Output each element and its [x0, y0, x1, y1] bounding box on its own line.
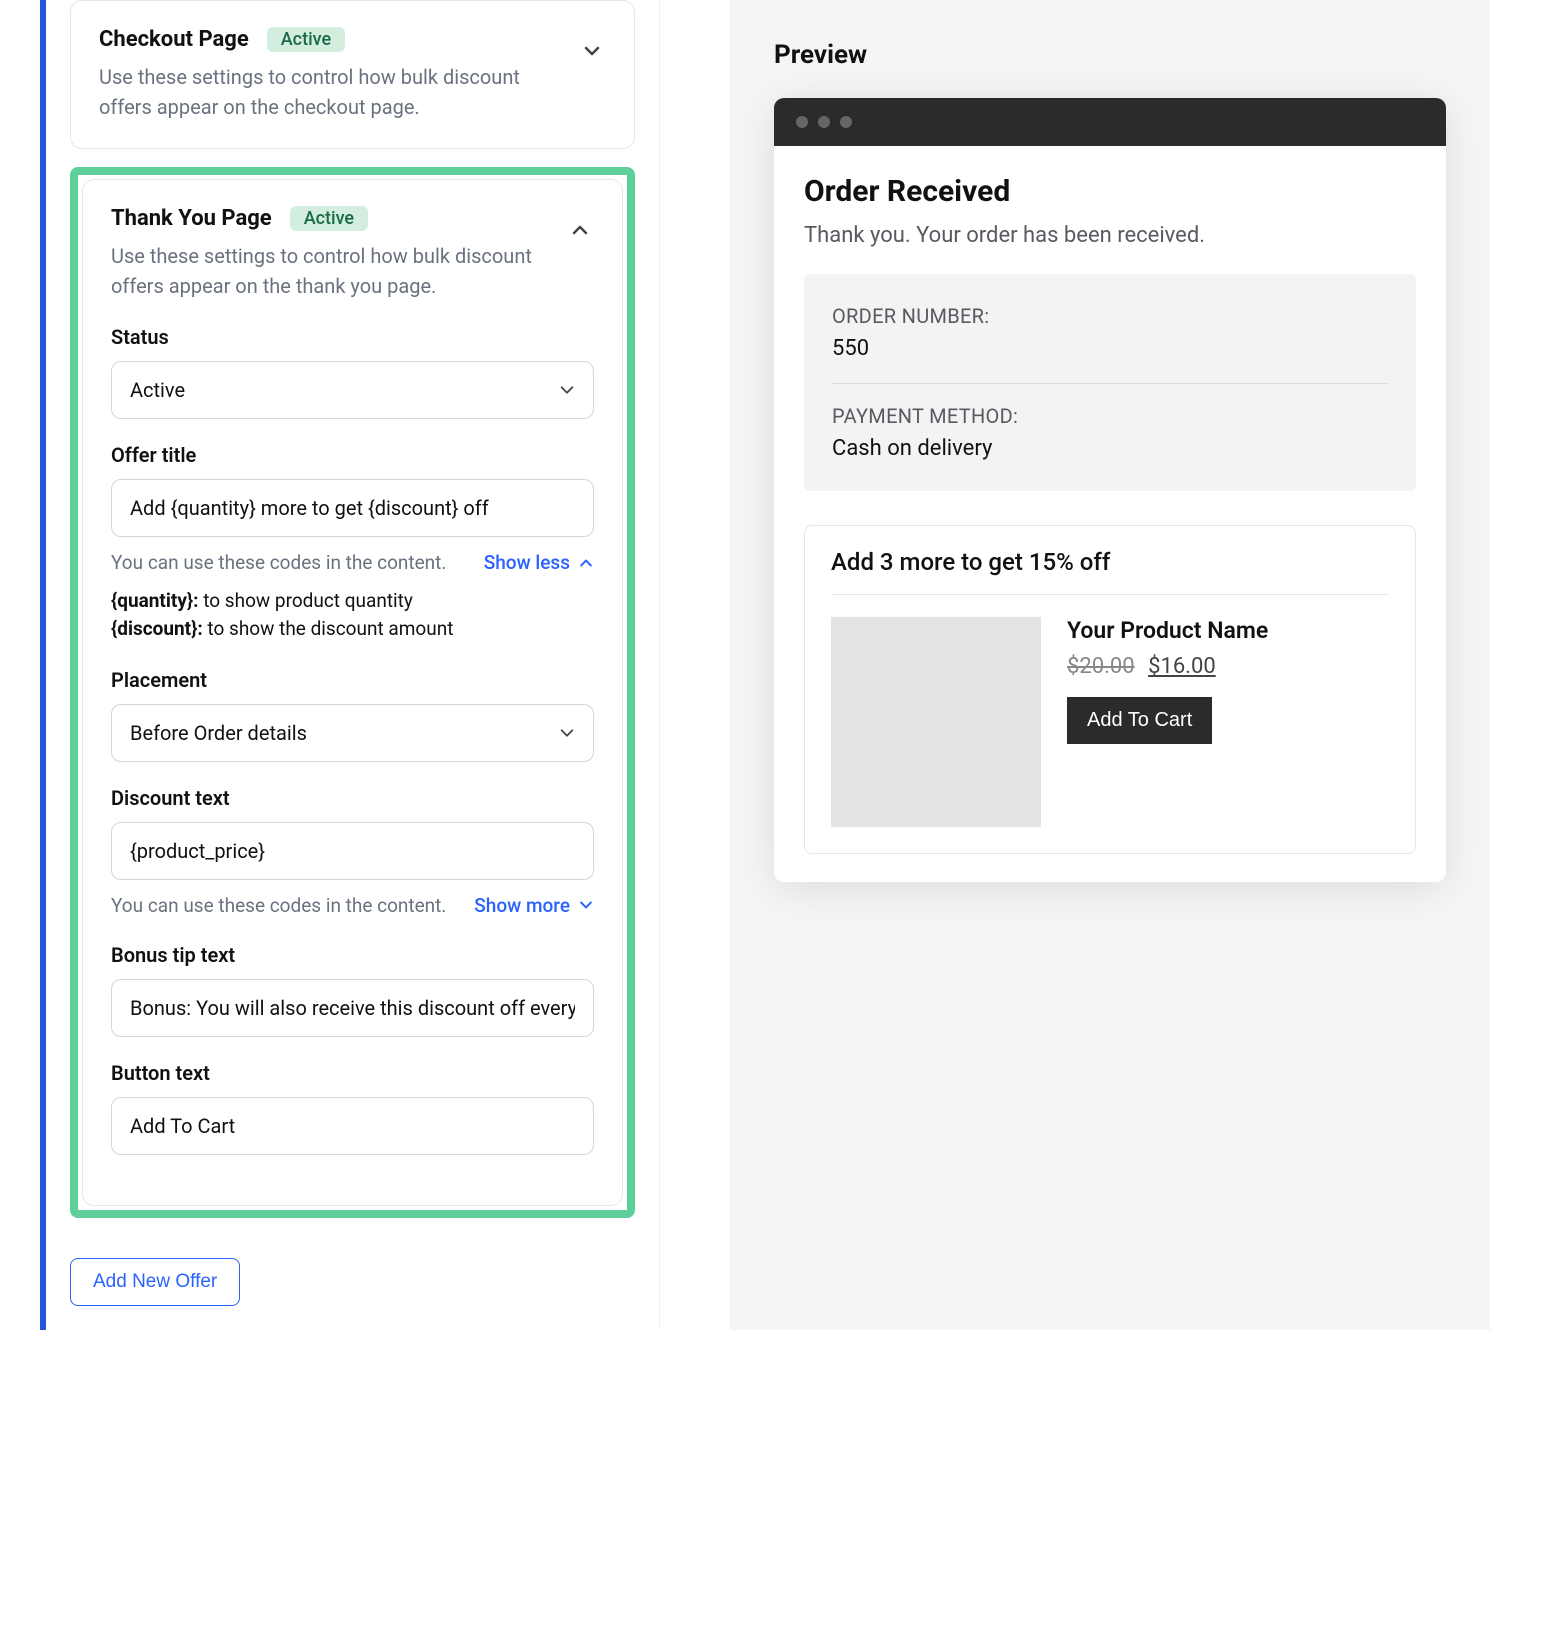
chevron-down-icon — [578, 897, 594, 913]
offer-title: Add 3 more to get 15% off — [831, 548, 1389, 576]
old-price: $20.00 — [1067, 654, 1135, 679]
code-key: {quantity}: — [111, 589, 199, 612]
show-more-toggle[interactable]: Show more — [474, 892, 594, 920]
card-description: Use these settings to control how bulk d… — [111, 241, 554, 301]
placement-select[interactable]: Before Order details — [111, 704, 594, 762]
card-title: Checkout Page — [99, 27, 249, 52]
window-dot-icon — [840, 116, 852, 128]
discount-text-label: Discount text — [111, 786, 594, 810]
card-title: Thank You Page — [111, 206, 272, 231]
page-subtitle: Thank you. Your order has been received. — [804, 223, 1416, 248]
product-name: Your Product Name — [1067, 617, 1268, 644]
order-number-value: 550 — [832, 336, 1388, 361]
card-description: Use these settings to control how bulk d… — [99, 62, 566, 122]
chevron-up-icon — [578, 555, 594, 571]
placement-label: Placement — [111, 668, 594, 692]
chevron-up-icon — [570, 220, 590, 240]
payment-method-value: Cash on delivery — [832, 436, 1388, 461]
codes-list: {quantity}: to show product quantity {di… — [111, 587, 594, 644]
browser-titlebar — [774, 98, 1446, 146]
bonus-tip-input[interactable] — [111, 979, 594, 1037]
collapse-toggle[interactable] — [566, 216, 594, 244]
window-dot-icon — [818, 116, 830, 128]
preview-panel: Preview Order Received Thank you. Your o… — [730, 0, 1490, 1330]
page-title: Order Received — [804, 174, 1416, 209]
codes-hint: You can use these codes in the content. — [111, 549, 460, 577]
show-more-label: Show more — [474, 892, 570, 920]
status-select[interactable]: Active — [111, 361, 594, 419]
code-key: {discount}: — [111, 617, 203, 640]
show-less-toggle[interactable]: Show less — [484, 549, 594, 577]
expand-toggle[interactable] — [578, 37, 606, 65]
add-new-offer-button[interactable]: Add New Offer — [70, 1258, 240, 1306]
preview-label: Preview — [774, 40, 1446, 70]
add-to-cart-button[interactable]: Add To Cart — [1067, 697, 1212, 744]
offer-box: Add 3 more to get 15% off Your Product N… — [804, 525, 1416, 854]
thank-you-page-card: Thank You Page Active Use these settings… — [82, 179, 623, 1206]
order-number-key: ORDER NUMBER: — [832, 304, 1388, 328]
bonus-tip-label: Bonus tip text — [111, 943, 594, 967]
order-summary-box: ORDER NUMBER: 550 PAYMENT METHOD: Cash o… — [804, 274, 1416, 491]
codes-hint: You can use these codes in the content. — [111, 892, 450, 920]
status-badge: Active — [267, 27, 345, 52]
code-desc: to show product quantity — [199, 589, 413, 612]
code-desc: to show the discount amount — [203, 617, 454, 640]
browser-frame: Order Received Thank you. Your order has… — [774, 98, 1446, 882]
window-dot-icon — [796, 116, 808, 128]
offer-title-label: Offer title — [111, 443, 594, 467]
new-price: $16.00 — [1148, 654, 1216, 679]
payment-method-key: PAYMENT METHOD: — [832, 404, 1388, 428]
checkout-page-card: Checkout Page Active Use these settings … — [70, 0, 635, 149]
product-image-placeholder — [831, 617, 1041, 827]
highlighted-card: Thank You Page Active Use these settings… — [70, 167, 635, 1218]
status-badge: Active — [290, 206, 368, 231]
discount-text-input[interactable] — [111, 822, 594, 880]
button-text-label: Button text — [111, 1061, 594, 1085]
show-less-label: Show less — [484, 549, 570, 577]
chevron-down-icon — [582, 41, 602, 61]
settings-panel: Checkout Page Active Use these settings … — [40, 0, 660, 1330]
offer-title-input[interactable] — [111, 479, 594, 537]
button-text-input[interactable] — [111, 1097, 594, 1155]
status-label: Status — [111, 325, 594, 349]
